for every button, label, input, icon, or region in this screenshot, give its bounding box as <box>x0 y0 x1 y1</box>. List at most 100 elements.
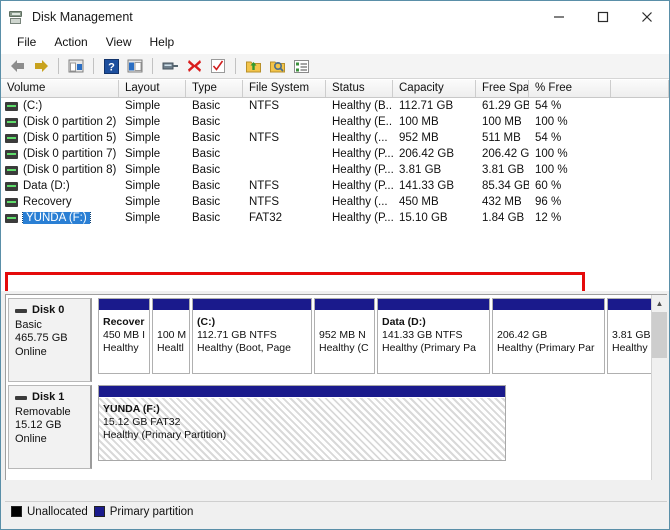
column-header-spacer <box>611 80 669 97</box>
column-header-capacity[interactable]: Capacity <box>393 80 476 97</box>
close-button[interactable] <box>625 1 669 32</box>
menu-item-file[interactable]: File <box>8 33 45 52</box>
minimize-button[interactable] <box>537 1 581 32</box>
disk-kind: Removable <box>15 405 71 418</box>
delete-icon[interactable] <box>183 56 205 77</box>
partition-size: 15.12 GB FAT32 <box>103 416 181 428</box>
cell-layout: Simple <box>125 180 161 192</box>
cell-free: 432 MB <box>482 196 522 208</box>
table-row[interactable]: (Disk 0 partition 2) Simple Basic Healthy (… <box>1 114 669 130</box>
cell-layout: Simple <box>125 116 161 128</box>
volume-icon <box>5 117 18 127</box>
volume-list-rows: (C:) Simple Basic NTFS Healthy (B... 112.71 G… <box>1 98 669 226</box>
properties-icon[interactable] <box>159 56 181 77</box>
table-row[interactable]: (Disk 0 partition 8) Simple Basic Healthy (… <box>1 162 669 178</box>
partition-details: 952 MB N Healthy (C <box>315 311 374 373</box>
table-row[interactable]: (C:) Simple Basic NTFS Healthy (B... 112.71 G… <box>1 98 669 114</box>
partition-block[interactable]: Data (D:) 141.33 GB NTFS Healthy (Primary … <box>377 298 490 374</box>
graphical-pane-scrollbar[interactable]: ▲ <box>651 295 667 480</box>
table-row[interactable]: (Disk 0 partition 5) Simple Basic NTFS Healt… <box>1 130 669 146</box>
disk-row: Disk 1 Removable 15.12 GB Online YUNDA (F:) 1… <box>8 385 667 469</box>
cell-capacity: 15.10 GB <box>399 212 448 224</box>
disk-management-window: Disk Management File Action View Help ? … <box>0 0 670 530</box>
partition-color-bar <box>378 299 489 311</box>
partition-block[interactable]: (C:) 112.71 GB NTFS Healthy (Boot, Page <box>192 298 312 374</box>
partition-size: 952 MB N <box>319 329 366 341</box>
disk-management-icon <box>9 9 25 25</box>
partition-label: (C:) <box>197 316 216 328</box>
partition-block[interactable]: 952 MB N Healthy (C <box>314 298 375 374</box>
volume-name: (Disk 0 partition 5) <box>23 132 117 144</box>
cell-capacity: 3.81 GB <box>399 164 442 176</box>
disk-info-panel[interactable]: Disk 1 Removable 15.12 GB Online <box>8 385 92 469</box>
cell-type: Basic <box>192 148 221 160</box>
help-icon[interactable]: ? <box>100 56 122 77</box>
check-icon[interactable] <box>207 56 229 77</box>
cell-layout: Simple <box>125 132 161 144</box>
disk-info-panel[interactable]: Disk 0 Basic 465.75 GB Online <box>8 298 92 382</box>
column-header-type[interactable]: Type <box>186 80 243 97</box>
cell-type: Basic <box>192 164 221 176</box>
partition-label: Recover <box>103 316 145 328</box>
partition-block[interactable]: 206.42 GB Healthy (Primary Par <box>492 298 605 374</box>
cell-type: Basic <box>192 212 221 224</box>
volume-icon <box>5 133 18 143</box>
column-header-layout[interactable]: Layout <box>119 80 186 97</box>
title-bar: Disk Management <box>1 1 669 32</box>
scroll-up-arrow-icon[interactable]: ▲ <box>652 295 667 311</box>
cell-fs: NTFS <box>249 196 280 208</box>
cell-fs: FAT32 <box>249 212 283 224</box>
table-row[interactable]: YUNDA (F:) Simple Basic FAT32 Healthy (P... 1… <box>1 210 669 226</box>
back-arrow-icon[interactable] <box>6 56 28 77</box>
up-level-icon[interactable] <box>65 56 87 77</box>
cell-layout: Simple <box>125 196 161 208</box>
menu-bar: File Action View Help <box>1 32 669 54</box>
column-header-status[interactable]: Status <box>326 80 393 97</box>
partition-label <box>319 316 374 329</box>
cell-type: Basic <box>192 180 221 192</box>
search-icon[interactable] <box>266 56 288 77</box>
menu-item-view[interactable]: View <box>97 33 141 52</box>
window-title: Disk Management <box>32 9 133 24</box>
menu-item-action[interactable]: Action <box>45 33 96 52</box>
disk-name-label: Disk 1 <box>32 391 65 403</box>
forward-arrow-icon[interactable] <box>30 56 52 77</box>
volume-icon <box>5 165 18 175</box>
cell-pct: 60 % <box>535 180 562 192</box>
legend-item-primary-partition: Primary partition <box>93 506 193 518</box>
cell-volume: (Disk 0 partition 7) <box>1 148 119 160</box>
menu-item-help[interactable]: Help <box>141 33 184 52</box>
column-header-file-system[interactable]: File System <box>243 80 326 97</box>
partition-details: 100 M Healtl <box>153 311 189 373</box>
cell-volume: Recovery <box>1 196 119 208</box>
cell-volume: (C:) <box>1 100 119 112</box>
partition-block[interactable]: Recover 450 MB I Healthy <box>98 298 150 374</box>
cell-pct: 54 % <box>535 132 562 144</box>
export-icon[interactable] <box>242 56 264 77</box>
partition-block[interactable]: YUNDA (F:) 15.12 GB FAT32 Healthy (Primary… <box>98 385 506 461</box>
column-header-free[interactable]: % Free <box>529 80 611 97</box>
toolbar-separator <box>93 58 94 74</box>
partition-label <box>157 316 189 329</box>
partition-color-bar <box>493 299 604 311</box>
cell-capacity: 450 MB <box>399 196 439 208</box>
cell-pct: 100 % <box>535 148 568 160</box>
table-row[interactable]: (Disk 0 partition 7) Simple Basic Healthy (… <box>1 146 669 162</box>
show-hide-console-tree-icon[interactable] <box>124 56 146 77</box>
disk-rows: Disk 0 Basic 465.75 GB Online Recover 450 MB … <box>6 298 667 469</box>
cell-type: Basic <box>192 100 221 112</box>
column-header-free-spa[interactable]: Free Spa... <box>476 80 529 97</box>
cell-free: 61.29 GB <box>482 100 529 112</box>
cell-type: Basic <box>192 116 221 128</box>
table-row[interactable]: Recovery Simple Basic NTFS Healthy (... 450 M… <box>1 194 669 210</box>
table-row[interactable]: Data (D:) Simple Basic NTFS Healthy (P... 141… <box>1 178 669 194</box>
disk-kind: Basic <box>15 318 42 331</box>
maximize-button[interactable] <box>581 1 625 32</box>
list-view-icon[interactable] <box>290 56 312 77</box>
column-header-volume[interactable]: Volume <box>1 80 119 97</box>
disk-name: Disk 0 <box>15 304 90 318</box>
scrollbar-thumb[interactable] <box>652 312 667 358</box>
cell-capacity: 112.71 GB <box>399 100 454 112</box>
partition-color-bar <box>153 299 189 311</box>
partition-block[interactable]: 100 M Healtl <box>152 298 190 374</box>
